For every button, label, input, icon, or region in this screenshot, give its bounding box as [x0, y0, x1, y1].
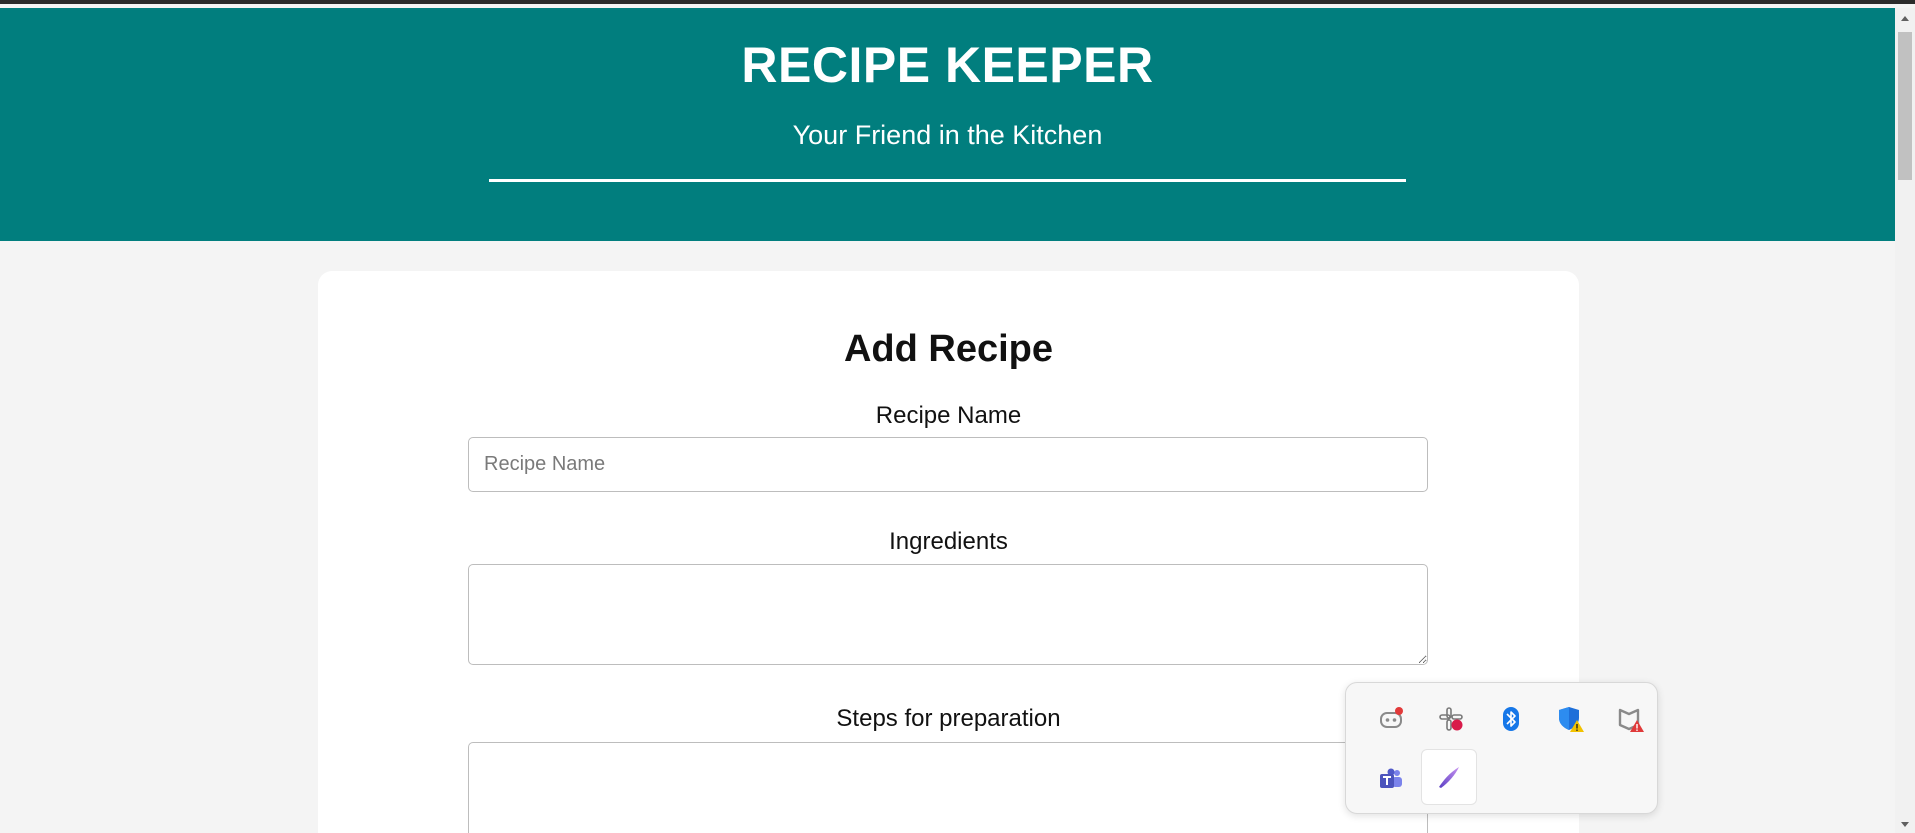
recipe-name-label: Recipe Name — [875, 402, 1022, 429]
tray-mcafee[interactable] — [1603, 691, 1659, 747]
teams-icon — [1380, 768, 1402, 788]
tray-teams[interactable] — [1363, 751, 1419, 807]
scroll-thumb[interactable] — [1898, 32, 1912, 180]
ingredients-textarea[interactable] — [468, 564, 1428, 665]
form-title: Add Recipe — [843, 328, 1054, 370]
ingredients-label: Ingredients — [889, 528, 1008, 555]
tray-windows-security[interactable] — [1543, 691, 1599, 747]
vertical-scrollbar[interactable] — [1895, 8, 1915, 833]
site-header: RECIPE KEEPER Your Friend in the Kitchen — [0, 8, 1895, 241]
scroll-down-arrow-icon[interactable] — [1899, 819, 1911, 831]
windows-security-icon — [1559, 707, 1584, 732]
site-tagline: Your Friend in the Kitchen — [792, 120, 1103, 150]
discord-icon — [1380, 707, 1403, 728]
scroll-up-arrow-icon[interactable] — [1899, 12, 1911, 24]
steps-textarea[interactable] — [468, 742, 1428, 833]
tray-bluetooth[interactable] — [1483, 691, 1539, 747]
slack-icon — [1439, 707, 1463, 731]
mcafee-icon — [1618, 708, 1644, 732]
system-tray-overflow — [1345, 682, 1658, 814]
site-title: RECIPE KEEPER — [741, 37, 1154, 93]
tray-slack[interactable] — [1423, 691, 1479, 747]
header-divider — [489, 179, 1406, 182]
tray-pen[interactable] — [1421, 749, 1477, 805]
tray-discord[interactable] — [1363, 691, 1419, 747]
recipe-name-input[interactable] — [468, 437, 1428, 492]
pen-icon — [1439, 767, 1459, 788]
bluetooth-icon — [1503, 707, 1519, 731]
